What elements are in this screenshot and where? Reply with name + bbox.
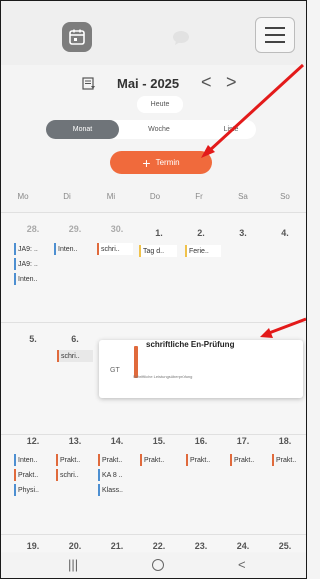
back-icon[interactable]: <: [238, 557, 246, 572]
annotation-arrow: [201, 63, 306, 338]
home-icon[interactable]: [152, 559, 164, 571]
app-frame: Mai - 2025 < > Heute Monat Woche Liste +…: [0, 0, 307, 579]
recents-icon[interactable]: |||: [68, 557, 78, 572]
